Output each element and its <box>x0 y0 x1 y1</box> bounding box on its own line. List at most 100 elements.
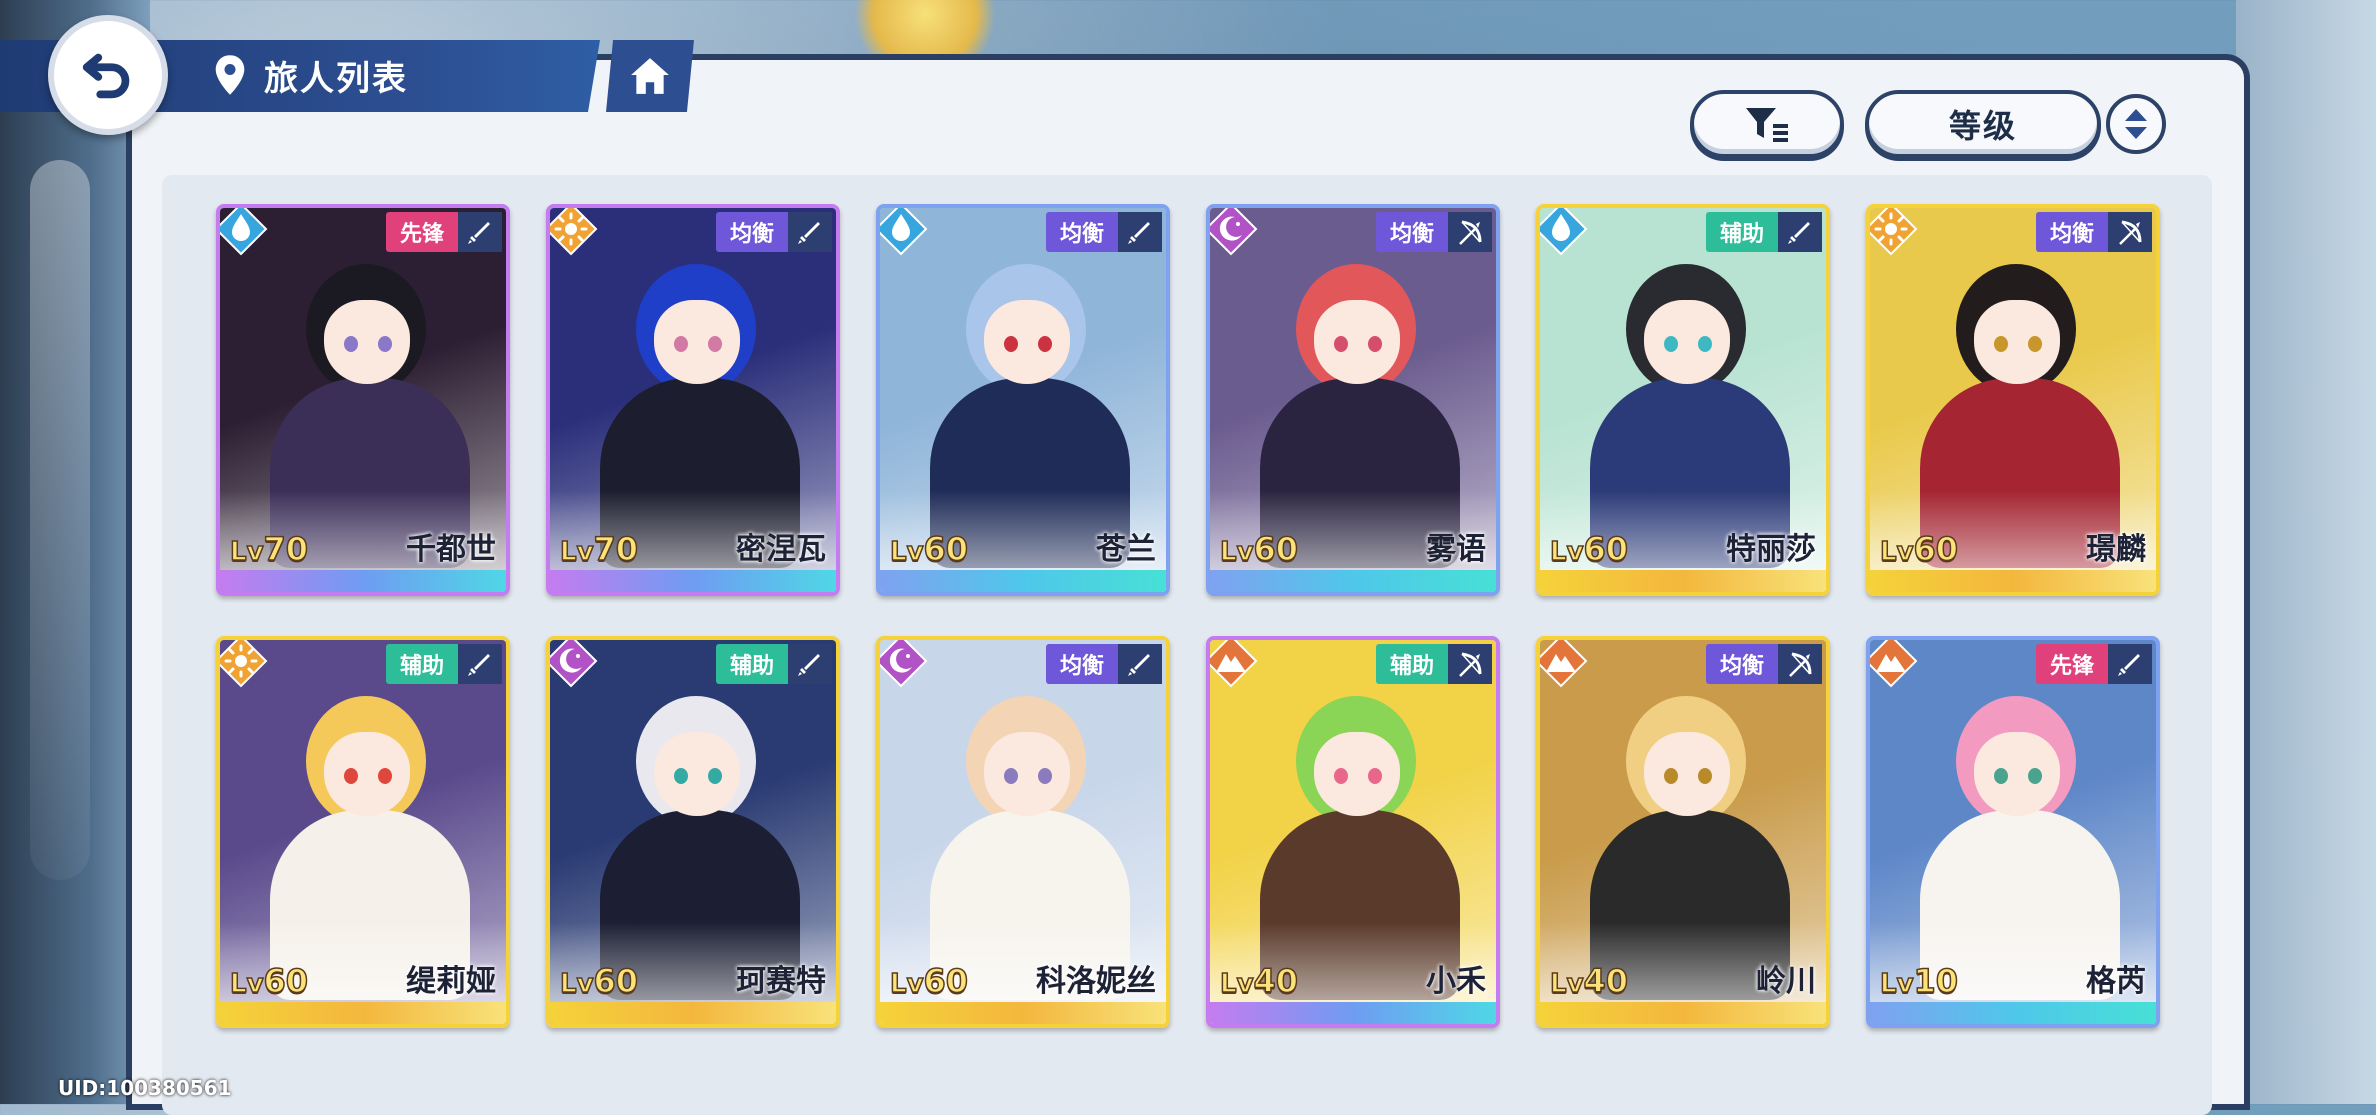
character-eye <box>1004 336 1018 352</box>
element-water-icon <box>220 208 268 256</box>
role-badge: 均衡 <box>1045 644 1118 684</box>
character-eye <box>1368 336 1382 352</box>
element-water-icon <box>880 208 928 256</box>
rarity-strip <box>1540 570 1826 592</box>
rarity-strip <box>1870 1002 2156 1024</box>
character-card[interactable]: 均衡 Lv60 雾语 <box>1206 204 1500 596</box>
character-eye <box>1038 336 1052 352</box>
rarity-strip <box>880 570 1166 592</box>
level-prefix: Lv <box>1219 968 1254 1000</box>
level-value: 60 <box>1583 529 1629 569</box>
element-sun-icon <box>550 208 598 256</box>
rarity-strip <box>1210 570 1496 592</box>
level-prefix: Lv <box>559 968 594 1000</box>
character-name: 科洛妮丝 <box>1036 964 1156 999</box>
character-card[interactable]: 先锋 Lv10 格芮 <box>1866 636 2160 1028</box>
role-badge: 辅助 <box>1375 644 1448 684</box>
role-badge: 均衡 <box>1705 644 1778 684</box>
character-eye <box>378 768 392 784</box>
character-card[interactable]: 先锋 Lv70 千都世 <box>216 204 510 596</box>
element-moon-icon <box>1210 208 1258 256</box>
character-name: 特丽莎 <box>1726 532 1816 567</box>
element-moon-icon <box>550 640 598 688</box>
location-pin-icon <box>215 55 245 95</box>
character-level: Lv60 <box>1879 529 1959 569</box>
character-eye <box>1698 768 1712 784</box>
character-level: Lv60 <box>229 961 309 1001</box>
level-value: 60 <box>1913 529 1959 569</box>
weapon-sword-icon <box>788 644 832 684</box>
weapon-sword-icon <box>458 212 502 252</box>
level-prefix: Lv <box>889 536 924 568</box>
level-value: 60 <box>923 961 969 1001</box>
weapon-sword-icon <box>1118 212 1162 252</box>
element-mountain-icon <box>1210 640 1258 688</box>
element-sun-icon <box>1870 208 1918 256</box>
character-card[interactable]: 均衡 Lv60 璟麟 <box>1866 204 2160 596</box>
home-icon <box>631 58 669 94</box>
character-name: 璟麟 <box>2086 532 2146 567</box>
weapon-bow-icon <box>1448 212 1492 252</box>
character-face <box>654 300 740 384</box>
weapon-bow-icon <box>2108 212 2152 252</box>
character-card[interactable]: 辅助 Lv60 特丽莎 <box>1536 204 1830 596</box>
character-eye <box>1994 336 2008 352</box>
character-face <box>324 732 410 816</box>
character-face <box>654 732 740 816</box>
character-name: 珂赛特 <box>736 964 826 999</box>
filter-button[interactable] <box>1690 90 1844 158</box>
character-name: 岭川 <box>1756 964 1816 999</box>
character-card[interactable]: 辅助 Lv60 缇莉娅 <box>216 636 510 1028</box>
rarity-strip <box>1870 570 2156 592</box>
role-badge: 辅助 <box>715 644 788 684</box>
background-right <box>2236 0 2376 1104</box>
character-card[interactable]: 均衡 Lv70 密涅瓦 <box>546 204 840 596</box>
rarity-strip <box>880 1002 1166 1024</box>
character-eye <box>674 336 688 352</box>
page-title: 旅人列表 <box>264 58 408 99</box>
character-face <box>1644 300 1730 384</box>
filter-icon <box>1746 108 1788 142</box>
sort-order-button[interactable] <box>2106 94 2166 154</box>
element-sun-icon <box>220 640 268 688</box>
character-eye <box>1994 768 2008 784</box>
character-card[interactable]: 辅助 Lv40 小禾 <box>1206 636 1500 1028</box>
back-button[interactable] <box>48 15 168 135</box>
character-card[interactable]: 均衡 Lv40 岭川 <box>1536 636 1830 1028</box>
character-level: Lv10 <box>1879 961 1959 1001</box>
rarity-strip <box>1540 1002 1826 1024</box>
level-value: 60 <box>593 961 639 1001</box>
home-button[interactable] <box>606 40 694 112</box>
role-badge: 辅助 <box>1705 212 1778 252</box>
level-prefix: Lv <box>1879 968 1914 1000</box>
character-level: Lv70 <box>229 529 309 569</box>
rarity-strip <box>220 570 506 592</box>
character-level: Lv60 <box>889 529 969 569</box>
character-eye <box>1004 768 1018 784</box>
role-badge: 先锋 <box>385 212 458 252</box>
role-badge: 均衡 <box>1045 212 1118 252</box>
character-name: 密涅瓦 <box>736 532 826 567</box>
element-moon-icon <box>880 640 928 688</box>
level-value: 40 <box>1253 961 1299 1001</box>
character-eye <box>344 336 358 352</box>
character-card[interactable]: 均衡 Lv60 苍兰 <box>876 204 1170 596</box>
character-name: 小禾 <box>1426 964 1486 999</box>
character-card[interactable]: 辅助 Lv60 珂赛特 <box>546 636 840 1028</box>
level-value: 40 <box>1583 961 1629 1001</box>
character-level: Lv60 <box>1549 529 1629 569</box>
character-eye <box>1698 336 1712 352</box>
character-card[interactable]: 均衡 Lv60 科洛妮丝 <box>876 636 1170 1028</box>
element-water-icon <box>1540 208 1588 256</box>
sort-by-button[interactable]: 等级 <box>1865 90 2101 158</box>
back-arrow-icon <box>82 53 130 99</box>
rarity-strip <box>220 1002 506 1024</box>
character-face <box>1314 732 1400 816</box>
level-prefix: Lv <box>1549 536 1584 568</box>
uid-label: UID:100380561 <box>58 1076 232 1100</box>
character-grid: 先锋 Lv70 千都世 均衡 Lv70 密涅瓦 均衡 Lv60 苍兰 均衡 Lv… <box>216 204 2216 1034</box>
character-level: Lv60 <box>559 961 639 1001</box>
level-value: 10 <box>1913 961 1959 1001</box>
weapon-sword-icon <box>458 644 502 684</box>
level-value: 60 <box>263 961 309 1001</box>
